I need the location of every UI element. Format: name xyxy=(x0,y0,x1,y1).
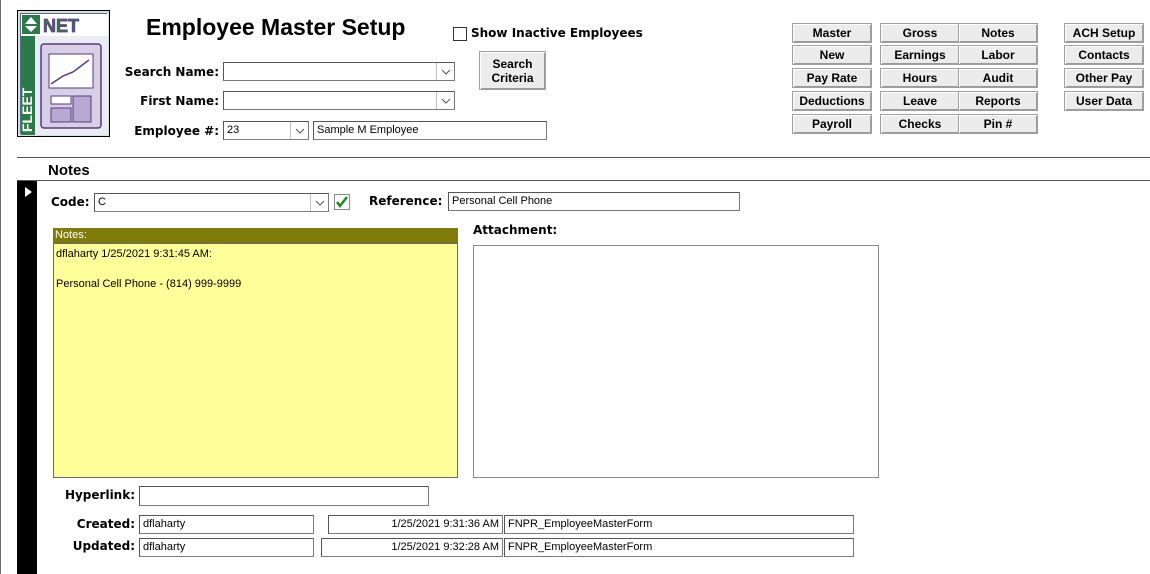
updated-form-field[interactable]: FNPR_EmployeeMasterForm xyxy=(504,538,854,557)
toolbar-button-user-data[interactable]: User Data xyxy=(1064,91,1144,111)
toolbar-button-checks[interactable]: Checks xyxy=(880,114,960,134)
hyperlink-label: Hyperlink: xyxy=(64,488,135,502)
divider-top xyxy=(17,157,1150,158)
reference-field[interactable]: Personal Cell Phone xyxy=(448,192,740,211)
employee-num-value: 23 xyxy=(227,124,240,136)
toolbar-button-other-pay[interactable]: Other Pay xyxy=(1064,68,1144,88)
svg-text:NET: NET xyxy=(43,16,79,36)
record-selector-bar xyxy=(17,181,37,574)
toolbar-button-gross[interactable]: Gross xyxy=(880,23,960,43)
reference-label: Reference: xyxy=(369,194,443,208)
checkmark-icon[interactable] xyxy=(334,194,350,210)
app-window: NET FLEET Employee Master Setup Show Ina… xyxy=(0,0,1150,574)
chevron-down-icon[interactable] xyxy=(290,122,308,139)
created-user-field[interactable]: dflaharty xyxy=(139,515,314,534)
toolbar-button-hours[interactable]: Hours xyxy=(880,68,960,88)
employee-name-field[interactable]: Sample M Employee xyxy=(313,121,547,140)
updated-time-field[interactable]: 1/25/2021 9:32:28 AM xyxy=(321,538,503,557)
notes-line: Personal Cell Phone - (814) 999-9999 xyxy=(56,278,242,290)
search-name-combo[interactable] xyxy=(223,62,455,81)
toolbar-button-earnings[interactable]: Earnings xyxy=(880,45,960,65)
created-label: Created: xyxy=(76,517,135,531)
toolbar-button-new[interactable]: New xyxy=(792,45,872,65)
toolbar-button-pin[interactable]: Pin # xyxy=(958,114,1038,134)
employee-num-label: Employee #: xyxy=(134,124,219,138)
notes-line: dflaharty 1/25/2021 9:31:45 AM: xyxy=(56,248,212,260)
toolbar-button-pay-rate[interactable]: Pay Rate xyxy=(792,68,872,88)
notes-section-title: Notes xyxy=(48,162,90,179)
search-criteria-line2: Criteria xyxy=(491,70,534,85)
notes-line xyxy=(56,262,455,277)
show-inactive-checkbox[interactable] xyxy=(453,27,467,41)
toolbar-button-reports[interactable]: Reports xyxy=(958,91,1038,111)
chevron-down-icon[interactable] xyxy=(436,92,454,109)
code-combo[interactable]: C xyxy=(94,193,329,212)
toolbar-button-audit[interactable]: Audit xyxy=(958,68,1038,88)
toolbar-button-master[interactable]: Master xyxy=(792,23,872,43)
toolbar-button-ach-setup[interactable]: ACH Setup xyxy=(1064,23,1144,43)
page-title: Employee Master Setup xyxy=(146,14,406,40)
search-criteria-button[interactable]: Search Criteria xyxy=(479,51,546,90)
search-criteria-line1: Search xyxy=(492,56,533,71)
attachment-label: Attachment: xyxy=(473,223,558,237)
chevron-down-icon[interactable] xyxy=(310,194,328,211)
code-value: C xyxy=(98,196,106,208)
fleet-net-logo: NET FLEET xyxy=(17,10,110,137)
hyperlink-field[interactable] xyxy=(139,486,429,506)
svg-text:FLEET: FLEET xyxy=(21,87,35,132)
updated-user-field[interactable]: dflaharty xyxy=(139,538,314,557)
toolbar-button-leave[interactable]: Leave xyxy=(880,91,960,111)
updated-label: Updated: xyxy=(72,539,135,553)
created-time-field[interactable]: 1/25/2021 9:31:36 AM xyxy=(328,515,503,534)
toolbar-button-payroll[interactable]: Payroll xyxy=(792,114,872,134)
created-form-field[interactable]: FNPR_EmployeeMasterForm xyxy=(504,515,854,534)
employee-num-combo[interactable]: 23 xyxy=(223,121,309,140)
first-name-label: First Name: xyxy=(140,94,219,108)
code-label: Code: xyxy=(51,195,90,209)
toolbar-button-notes[interactable]: Notes xyxy=(958,23,1038,43)
first-name-combo[interactable] xyxy=(223,91,455,110)
show-inactive-label: Show Inactive Employees xyxy=(471,26,643,40)
attachment-box[interactable] xyxy=(473,245,879,478)
toolbar-button-contacts[interactable]: Contacts xyxy=(1064,45,1144,65)
chevron-down-icon[interactable] xyxy=(436,63,454,80)
search-name-label: Search Name: xyxy=(124,65,219,79)
notes-header: Notes: xyxy=(53,228,458,243)
divider-section xyxy=(17,180,1150,181)
toolbar-button-labor[interactable]: Labor xyxy=(958,45,1038,65)
notes-textarea[interactable]: dflaharty 1/25/2021 9:31:45 AM: Personal… xyxy=(53,243,458,478)
toolbar-button-deductions[interactable]: Deductions xyxy=(792,91,872,111)
record-pointer-icon xyxy=(25,187,32,197)
